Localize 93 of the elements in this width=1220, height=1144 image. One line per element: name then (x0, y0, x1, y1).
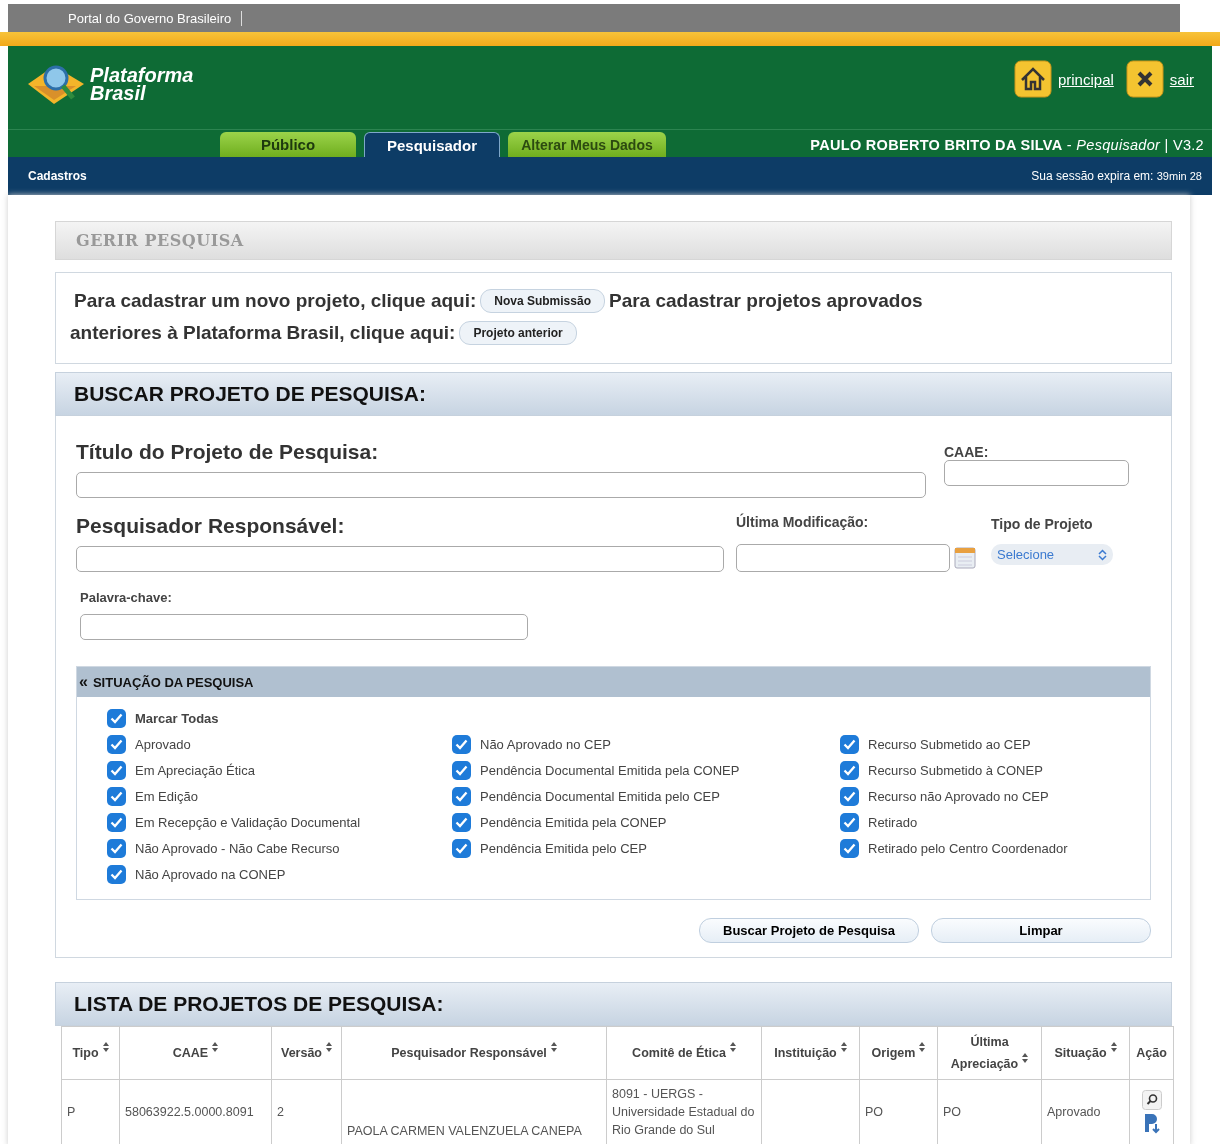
checkbox[interactable] (840, 786, 859, 806)
sort-icon[interactable] (919, 1042, 926, 1052)
header-link[interactable]: sair (1169, 70, 1194, 88)
checkbox-label: Não Aprovado no CEP (480, 736, 611, 752)
checkbox-label: Não Aprovado - Não Cabe Recurso (135, 840, 340, 856)
title-field[interactable] (76, 472, 926, 498)
calendar-icon[interactable] (954, 547, 976, 569)
checkbox[interactable] (840, 812, 859, 832)
intro-text: Para cadastrar projetos aprovados (608, 289, 923, 313)
checkbox-label: Em Recepção e Validação Documental (135, 814, 361, 830)
sort-icon[interactable] (1110, 1042, 1117, 1052)
checkbox[interactable] (107, 864, 126, 884)
table-cell: P (61, 1079, 120, 1144)
checkbox-label: Pendência Documental Emitida pelo CEP (480, 788, 720, 804)
checkbox-label: Em Apreciação Ética (135, 762, 255, 778)
checkbox[interactable] (107, 734, 126, 754)
sort-icon[interactable] (550, 1042, 557, 1052)
logo-text: Plataforma Brasil (90, 66, 194, 102)
checkbox[interactable] (107, 708, 126, 728)
close-icon[interactable] (1125, 60, 1164, 98)
checkbox[interactable] (452, 812, 471, 832)
checkbox-label: Recurso Submetido ao CEP (868, 736, 1031, 752)
checkbox-label: Pendência Emitida pelo CEP (480, 840, 647, 856)
action-button[interactable]: Limpar (931, 918, 1151, 943)
checkbox-label: Marcar Todas (135, 710, 219, 726)
column-header[interactable]: Instituição (761, 1026, 860, 1080)
column-header[interactable]: Última Apreciação (937, 1026, 1042, 1080)
date-field[interactable] (736, 544, 950, 572)
field-label: Título do Projeto de Pesquisa: (76, 440, 380, 464)
section-title: LISTA DE PROJETOS DE PESQUISA: (74, 992, 444, 1016)
caae-field[interactable] (944, 460, 1129, 486)
project-type-select[interactable]: Selecione (991, 544, 1113, 565)
previous-project-button[interactable]: Projeto anterior (459, 321, 577, 345)
gov-portal-label[interactable]: Portal do Governo Brasileiro (8, 10, 243, 26)
field-label: Tipo de Projeto (991, 516, 1094, 532)
field-label: Pesquisador Responsável: (76, 514, 346, 538)
sort-icon[interactable] (326, 1042, 332, 1052)
checkbox[interactable] (840, 838, 859, 858)
field-label: Palavra-chave: (80, 590, 173, 605)
action-button[interactable]: Buscar Projeto de Pesquisa (699, 918, 919, 943)
session-timer: Sua sessão expira em: 39min 28 (1031, 169, 1202, 183)
column-header[interactable]: Situação (1041, 1026, 1130, 1080)
new-submission-button[interactable]: Nova Submissão (480, 289, 605, 313)
researcher-field[interactable] (76, 546, 724, 572)
column-header[interactable]: CAAE (119, 1026, 272, 1080)
checkbox[interactable] (840, 734, 859, 754)
checkbox[interactable] (840, 760, 859, 780)
sort-icon[interactable] (212, 1042, 219, 1052)
intro-text: anteriores à Plataforma Brasil, clique aqui: (70, 321, 456, 345)
checkbox[interactable] (452, 838, 471, 858)
column-header[interactable]: Comitê de Ética (606, 1026, 762, 1080)
checkbox-label: Retirado (868, 814, 918, 830)
checkbox[interactable] (107, 786, 126, 806)
user-info: PAULO ROBERTO BRITO DA SILVA - Pesquisador | V3.2 (810, 137, 1205, 155)
checkbox[interactable] (107, 812, 126, 832)
checkbox[interactable] (107, 760, 126, 780)
column-header[interactable]: Origem (859, 1026, 938, 1080)
column-header[interactable]: Versão (271, 1026, 342, 1080)
column-header: Ação (1129, 1026, 1174, 1080)
sort-icon[interactable] (1022, 1053, 1029, 1063)
checkbox[interactable] (452, 786, 471, 806)
checkbox-label: Aprovado (135, 736, 191, 752)
home-icon[interactable] (1013, 60, 1052, 98)
field-label: Última Modificação: (736, 514, 870, 530)
header-link[interactable]: principal (1057, 70, 1114, 88)
menu-item[interactable]: Cadastros (28, 169, 87, 183)
sort-icon[interactable] (102, 1042, 109, 1052)
tab[interactable]: Alterar Meus Dados (508, 132, 666, 157)
checkbox[interactable] (107, 838, 126, 858)
checkbox-label: Pendência Documental Emitida pela CONEP (480, 762, 740, 778)
tab[interactable]: Pesquisador (364, 132, 500, 157)
sort-icon[interactable] (729, 1042, 736, 1052)
chevron-icon[interactable] (1098, 549, 1107, 561)
keyword-field[interactable] (80, 614, 528, 640)
sort-icon[interactable] (840, 1042, 847, 1052)
magnifier-icon[interactable] (1141, 1090, 1162, 1110)
checkbox-label: Recurso Submetido à CONEP (868, 762, 1043, 778)
checkbox-label: Recurso não Aprovado no CEP (868, 788, 1049, 804)
checkbox-label: Retirado pelo Centro Coordenador (868, 840, 1068, 856)
checkbox-label: Em Edição (135, 788, 198, 804)
checkbox[interactable] (452, 734, 471, 754)
column-header[interactable]: Pesquisador Responsável (341, 1026, 607, 1080)
field-label: CAAE: (944, 444, 990, 462)
collapse-toggle[interactable]: « (79, 673, 88, 691)
checkbox[interactable] (452, 760, 471, 780)
column-header[interactable]: Tipo (61, 1026, 120, 1080)
panel-title: SITUAÇÃO DA PESQUISA (92, 674, 254, 690)
page-title: GERIR PESQUISA (76, 231, 244, 250)
intro-text: Para cadastrar um novo projeto, clique aqui: (74, 289, 477, 313)
checkbox-label: Pendência Emitida pela CONEP (480, 814, 667, 830)
section-title: BUSCAR PROJETO DE PESQUISA: (74, 382, 426, 406)
checkbox-label: Não Aprovado na CONEP (135, 866, 286, 882)
tab[interactable]: Público (220, 132, 356, 157)
